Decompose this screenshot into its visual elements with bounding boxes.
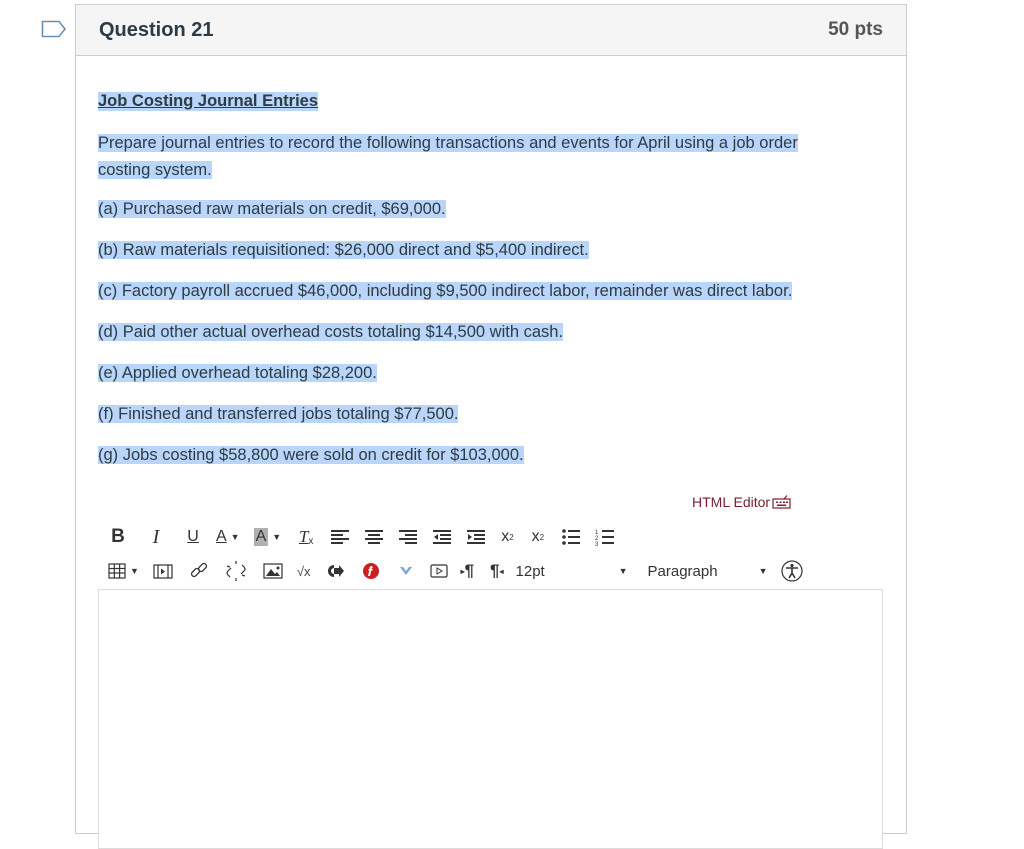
table-icon [108,563,126,579]
question-points: 50 pts [828,19,883,40]
chevron-down-icon: ▼ [230,532,240,542]
image-icon[interactable] [263,559,283,583]
unlink-icon[interactable] [225,559,247,583]
link-icon[interactable] [189,559,209,583]
answer-text-editor[interactable] [98,589,883,849]
background-color-button[interactable]: A ▼ [253,525,282,549]
table-button[interactable]: ▼ [108,559,139,583]
indent-icon[interactable] [465,525,487,549]
more-tools-chevron-icon[interactable] [397,559,415,583]
underline-button[interactable]: U [182,525,204,549]
chevron-down-icon: ▼ [130,566,139,576]
chevron-down-icon: ▼ [618,566,628,576]
question-intro: Prepare journal entries to record the fo… [98,134,798,179]
transaction-item: (b) Raw materials requisitioned: $26,000… [98,241,589,259]
question-title: Question 21 [99,18,214,41]
italic-button[interactable]: I [144,525,168,549]
right-to-left-button[interactable]: ¶ ◂ [490,559,503,583]
html-editor-link[interactable]: HTML Editor [692,494,792,510]
rtl-arrow-icon: ◂ [499,566,504,576]
question-header: Question 21 50 pts [76,5,906,56]
chevron-down-icon: ▼ [272,532,282,542]
flag-question-icon[interactable] [41,20,67,38]
align-left-icon[interactable] [329,525,351,549]
ltr-arrow-icon: ▸ [460,566,465,576]
embed-icon[interactable] [325,559,345,583]
chevron-down-icon: ▼ [758,566,768,576]
svg-text:3: 3 [595,542,599,548]
align-center-icon[interactable] [363,525,385,549]
transaction-item: (d) Paid other actual overhead costs tot… [98,323,564,341]
left-to-right-button[interactable]: ▸ ¶ [461,559,474,583]
editor-toolbar-row-1: B I U A ▼ A ▼ Tx x2 x2 123 [106,524,616,550]
font-size-select[interactable]: 12pt ▼ [516,559,628,583]
editor-toolbar-row-2: ▼ √x ▸ ¶ ¶ ◂ 12pt ▼ Paragraph ▼ [106,558,886,584]
record-media-icon[interactable] [429,559,449,583]
transaction-item: (g) Jobs costing $58,800 were sold on cr… [98,446,524,464]
equation-button[interactable]: √x [297,559,311,583]
superscript-button[interactable]: x2 [501,525,513,549]
bullet-list-icon[interactable] [560,525,582,549]
flickr-icon[interactable] [361,559,381,583]
accessibility-checker-icon[interactable] [780,559,804,583]
transaction-item: (c) Factory payroll accrued $46,000, inc… [98,282,793,300]
subscript-button[interactable]: x2 [532,525,544,549]
transaction-item: (f) Finished and transferred jobs totali… [98,405,459,423]
text-color-button[interactable]: A ▼ [216,525,240,549]
bold-button[interactable]: B [106,525,130,549]
block-format-select[interactable]: Paragraph ▼ [648,559,768,583]
media-icon[interactable] [153,559,173,583]
numbered-list-icon[interactable]: 123 [594,525,616,549]
question-text: Job Costing Journal Entries Prepare jour… [76,56,906,467]
clear-formatting-button[interactable]: Tx [295,525,317,549]
transaction-item: (e) Applied overhead totaling $28,200. [98,364,377,382]
transaction-item: (a) Purchased raw materials on credit, $… [98,200,446,218]
align-right-icon[interactable] [397,525,419,549]
outdent-icon[interactable] [431,525,453,549]
keyboard-icon [772,495,791,509]
clear-x-icon: x [308,535,314,547]
question-heading: Job Costing Journal Entries [98,92,319,111]
